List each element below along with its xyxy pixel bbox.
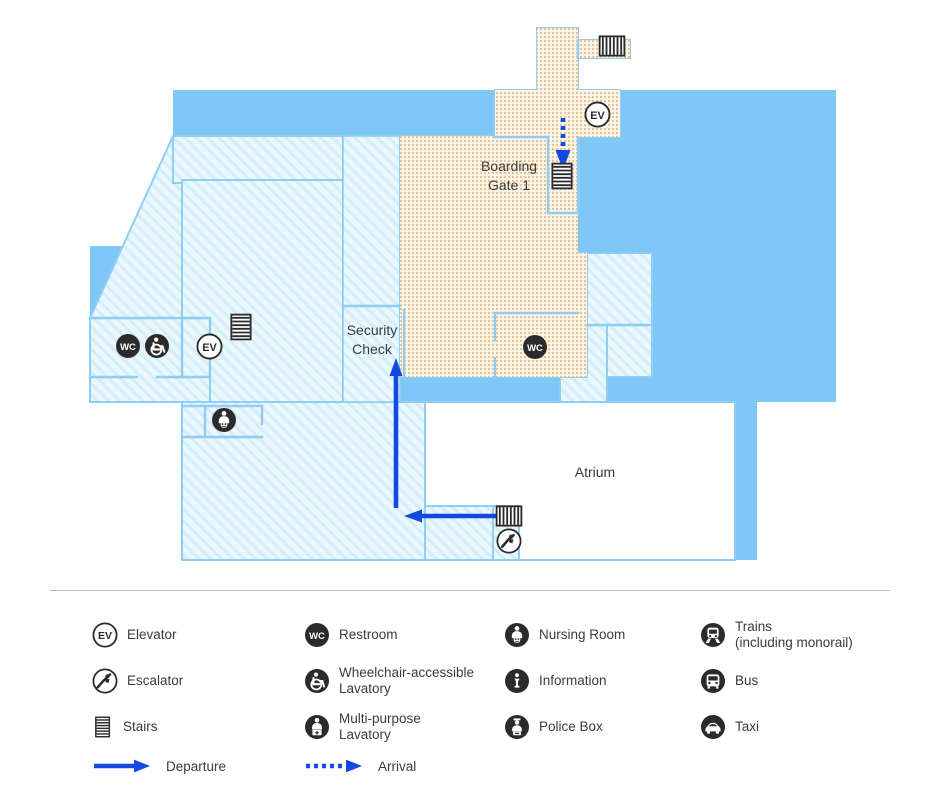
svg-text:WC: WC (309, 631, 325, 642)
legend-label: Wheelchair-accessible Lavatory (339, 665, 475, 696)
legend-item-taxi[interactable]: Taxi (700, 714, 892, 740)
restroom-icon[interactable] (523, 335, 547, 359)
legend-route-keys: Departure Arrival (92, 758, 892, 774)
legend-label: Taxi (735, 719, 760, 735)
departure-arrow-icon (94, 759, 150, 773)
legend-item-restroom[interactable]: WC Restroom (304, 622, 504, 648)
stairs-icon (95, 716, 111, 738)
legend-item-police-box[interactable]: Police Box (504, 714, 700, 740)
restroom-icon[interactable] (116, 334, 140, 358)
legend-divider (50, 590, 890, 591)
legend-label: Police Box (539, 719, 603, 735)
legend-item-multi-purpose-lavatory[interactable]: Multi-purpose Lavatory (304, 711, 504, 743)
legend-item-escalator[interactable]: Escalator (92, 668, 304, 694)
legend-item-information[interactable]: Information (504, 668, 700, 694)
legend-item-bus[interactable]: Bus (700, 668, 892, 694)
atrium-void (424, 401, 736, 561)
legend-item-elevator[interactable]: EV Elevator (92, 622, 304, 648)
legend-label: Trains (including monorail) (735, 619, 853, 650)
stairs-icon[interactable] (495, 505, 523, 527)
legend-item-trains[interactable]: Trains (including monorail) (700, 619, 892, 651)
terminal-floor-map: EV WC (0, 0, 930, 580)
legend-label: Restroom (339, 627, 398, 643)
map-canvas: EV WC (88, 27, 836, 561)
atrium-label: Atrium (575, 464, 615, 480)
legend-label: Stairs (123, 719, 158, 735)
nursing-room-icon[interactable] (211, 407, 237, 433)
wheelchair-lavatory-icon[interactable] (144, 333, 170, 359)
stairs-icon[interactable] (598, 35, 626, 57)
stairs-icon[interactable] (230, 313, 252, 341)
legend-items-grid: EV Elevator WC Restroom Nursing Room Tra… (92, 612, 892, 750)
arrival-arrow-icon (306, 759, 362, 773)
legend-label: Elevator (127, 627, 177, 643)
wheelchair-lavatory-icon (305, 669, 329, 693)
legend-key-departure[interactable]: Departure (92, 758, 304, 774)
information-icon (505, 669, 529, 693)
legend-item-nursing-room[interactable]: Nursing Room (504, 622, 700, 648)
legend-label: Multi-purpose Lavatory (339, 711, 421, 742)
legend-label: Departure (166, 758, 227, 774)
stairs-icon[interactable] (551, 162, 573, 190)
legend-label: Bus (735, 673, 759, 689)
elevator-icon[interactable] (196, 333, 223, 360)
legend-label: Information (539, 673, 607, 689)
legend-label: Nursing Room (539, 627, 626, 643)
multi-purpose-lavatory-icon (305, 715, 329, 739)
nursing-room-icon (505, 623, 529, 647)
police-box-icon (505, 715, 529, 739)
train-icon (701, 623, 725, 647)
legend-key-arrival[interactable]: Arrival (304, 758, 704, 774)
legend-item-stairs[interactable]: Stairs (92, 713, 304, 741)
restroom-icon: WC (305, 623, 329, 647)
legend-label: Arrival (378, 758, 417, 774)
legend-label: Escalator (127, 673, 184, 689)
escalator-icon[interactable] (496, 528, 522, 554)
map-legend: EV Elevator WC Restroom Nursing Room Tra… (0, 580, 930, 801)
escalator-icon (92, 668, 118, 694)
legend-item-wheelchair-lavatory[interactable]: Wheelchair-accessible Lavatory (304, 665, 504, 697)
svg-text:EV: EV (98, 630, 112, 642)
taxi-icon (701, 715, 725, 739)
elevator-icon[interactable] (584, 101, 611, 128)
bus-icon (701, 669, 725, 693)
elevator-icon: EV (92, 622, 118, 648)
